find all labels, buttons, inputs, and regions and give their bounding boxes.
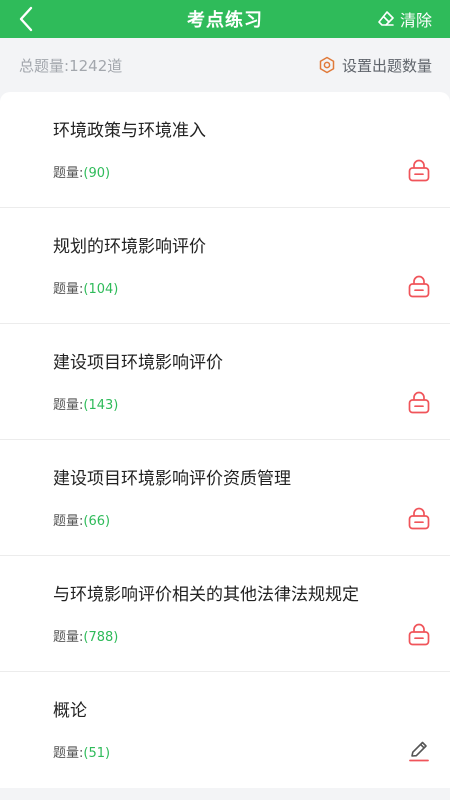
item-count: 题量:(66) xyxy=(53,510,110,529)
item-title: 规划的环境影响评价 xyxy=(53,237,206,257)
list-item[interactable]: 建设项目环境影响评价资质管理 题量:(66) xyxy=(0,440,450,556)
list-item[interactable]: 与环境影响评价相关的其他法律法规规定 题量:(788) xyxy=(0,556,450,672)
item-title: 与环境影响评价相关的其他法律法规规定 xyxy=(53,585,359,605)
count-label: 题量: xyxy=(53,282,84,297)
eraser-icon xyxy=(378,11,394,26)
total-value: 1242道 xyxy=(69,56,123,75)
count-value: (143) xyxy=(83,398,119,413)
back-button[interactable] xyxy=(12,4,40,34)
count-label: 题量: xyxy=(53,630,84,645)
gear-icon xyxy=(319,56,335,74)
total-label: 总题量: xyxy=(19,56,70,75)
list-item[interactable]: 规划的环境影响评价 题量:(104) xyxy=(0,208,450,324)
item-title: 建设项目环境影响评价 xyxy=(53,353,223,373)
top-bar: 考点练习 清除 xyxy=(0,0,450,38)
lock-icon[interactable] xyxy=(406,158,432,184)
count-label: 题量: xyxy=(53,514,84,529)
set-count-label: 设置出题数量 xyxy=(341,56,432,75)
count-label: 题量: xyxy=(53,746,84,761)
page-title: 考点练习 xyxy=(187,10,263,31)
clear-label: 清除 xyxy=(399,11,432,30)
count-value: (104) xyxy=(83,282,119,297)
lock-icon[interactable] xyxy=(406,622,432,648)
count-label: 题量: xyxy=(53,166,84,181)
count-label: 题量: xyxy=(53,398,84,413)
item-count: 题量:(788) xyxy=(53,626,118,645)
clear-button[interactable]: 清除 xyxy=(377,6,432,32)
summary-bar: 总题量:1242道 设置出题数量 xyxy=(0,38,450,92)
count-value: (788) xyxy=(83,630,119,645)
item-title: 概论 xyxy=(53,701,87,721)
lock-icon[interactable] xyxy=(406,274,432,300)
lock-icon[interactable] xyxy=(406,506,432,532)
list-item[interactable]: 建设项目环境影响评价 题量:(143) xyxy=(0,324,450,440)
chevron-left-icon xyxy=(19,6,33,32)
chapter-list: 环境政策与环境准入 题量:(90) 规划的环境影响评价 题量:(104) 建设项… xyxy=(0,92,450,788)
count-value: (51) xyxy=(83,746,111,761)
count-value: (66) xyxy=(83,514,111,529)
item-count: 题量:(104) xyxy=(53,278,118,297)
total-questions: 总题量:1242道 xyxy=(19,55,122,76)
item-count: 题量:(90) xyxy=(53,162,110,181)
item-title: 环境政策与环境准入 xyxy=(53,121,206,141)
pencil-icon[interactable] xyxy=(406,738,432,764)
list-item[interactable]: 环境政策与环境准入 题量:(90) xyxy=(0,92,450,208)
set-question-count-button[interactable]: 设置出题数量 xyxy=(318,55,432,76)
item-count: 题量:(51) xyxy=(53,742,110,761)
item-title: 建设项目环境影响评价资质管理 xyxy=(53,469,291,489)
list-item[interactable]: 概论 题量:(51) xyxy=(0,672,450,788)
lock-icon[interactable] xyxy=(406,390,432,416)
count-value: (90) xyxy=(83,166,111,181)
item-count: 题量:(143) xyxy=(53,394,118,413)
